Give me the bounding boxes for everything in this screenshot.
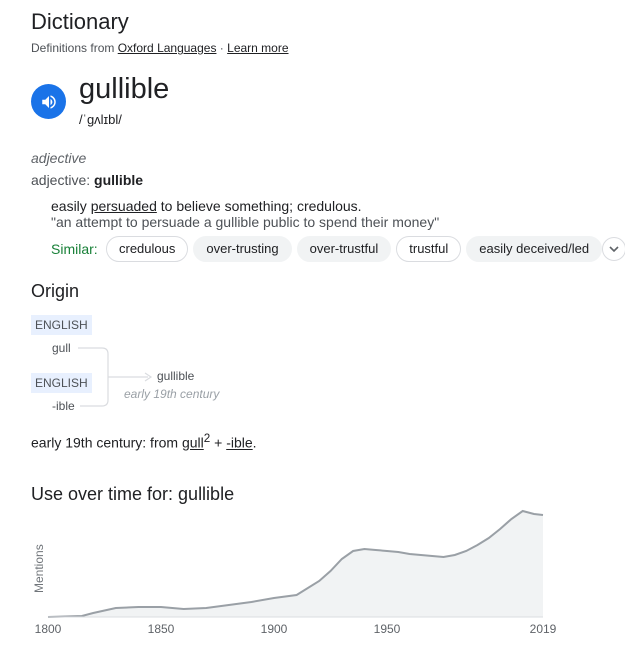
origin-morpheme: -ible: [52, 399, 75, 413]
gull-link[interactable]: gull: [182, 435, 204, 451]
x-tick-label: 1900: [261, 622, 288, 636]
ible-link[interactable]: -ible: [226, 435, 252, 451]
x-tick-label: 1800: [35, 622, 62, 636]
usage-heading: Use over time for: gullible: [31, 484, 235, 504]
origin-sentence-pre: early 19th century: from: [31, 434, 182, 451]
origin-language-tag: ENGLISH: [31, 373, 92, 393]
x-tick-label: 2019: [530, 622, 557, 636]
origin-sentence: early 19th century: from gull2 + -ible.: [31, 432, 257, 451]
usage-chart: Mentions 1800 1850 1900 1950 2019: [32, 509, 557, 636]
x-axis-ticks: 1800 1850 1900 1950 2019: [35, 622, 557, 636]
usage-area: [48, 511, 543, 617]
x-tick-label: 1950: [374, 622, 401, 636]
origin-morpheme: gull: [52, 341, 71, 355]
plus-sign: +: [210, 434, 227, 451]
sentence-period: .: [252, 434, 257, 451]
origin-language-tag: ENGLISH: [31, 315, 92, 335]
origin-result-date: early 19th century: [124, 387, 220, 401]
origin-result-word: gullible: [157, 369, 195, 383]
y-axis-label: Mentions: [32, 544, 46, 593]
x-tick-label: 1850: [148, 622, 175, 636]
